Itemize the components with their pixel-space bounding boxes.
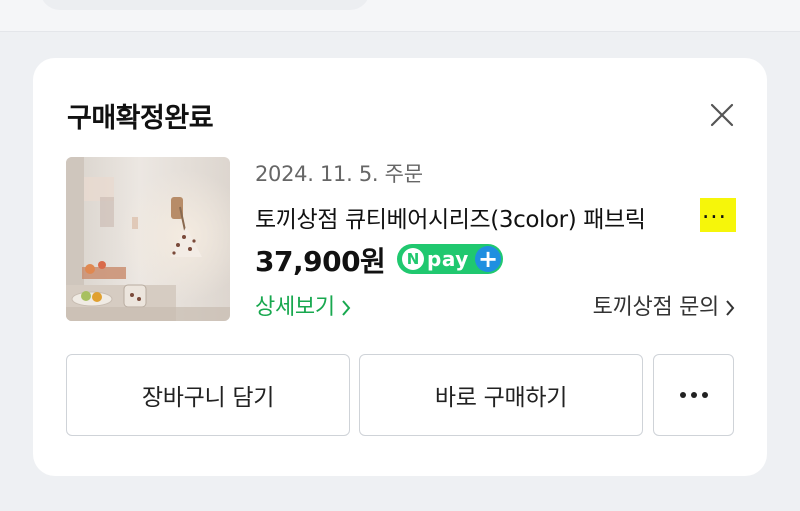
detail-view-label: 상세보기 (255, 295, 335, 320)
npay-plus-badge: N pay + (397, 244, 503, 274)
add-to-cart-button[interactable]: 장바구니 담기 (66, 354, 350, 436)
buy-now-button[interactable]: 바로 구매하기 (359, 354, 643, 436)
npay-logo-icon: N (402, 248, 424, 270)
product-name-ellipsis: ... (702, 198, 727, 224)
more-options-button[interactable] (653, 354, 734, 436)
npay-label: pay (427, 247, 469, 271)
close-button[interactable] (709, 102, 735, 128)
plus-icon: + (475, 246, 501, 272)
product-thumbnail[interactable] (66, 157, 230, 321)
seller-inquiry-label: 토끼상점 문의 (592, 295, 720, 320)
order-date: 2024. 11. 5. 주문 (255, 162, 423, 186)
detail-view-link[interactable]: 상세보기 (255, 289, 351, 321)
product-photo (66, 157, 230, 321)
order-card: 구매확정완료 2024. 11. 5. 주문 토끼상점 큐티베어시리즈(3col… (33, 58, 767, 476)
order-status-title: 구매확정완료 (67, 103, 214, 134)
top-strip (0, 0, 800, 32)
more-horizontal-icon (679, 392, 708, 398)
search-bar-edge[interactable] (40, 0, 370, 10)
product-name[interactable]: 토끼상점 큐티베어시리즈(3color) 패브릭 (255, 200, 735, 234)
chevron-right-icon (342, 300, 351, 316)
seller-inquiry-link[interactable]: 토끼상점 문의 (593, 289, 735, 321)
chevron-right-icon (726, 300, 735, 316)
product-price: 37,900원 (255, 245, 386, 278)
close-icon (710, 103, 734, 127)
